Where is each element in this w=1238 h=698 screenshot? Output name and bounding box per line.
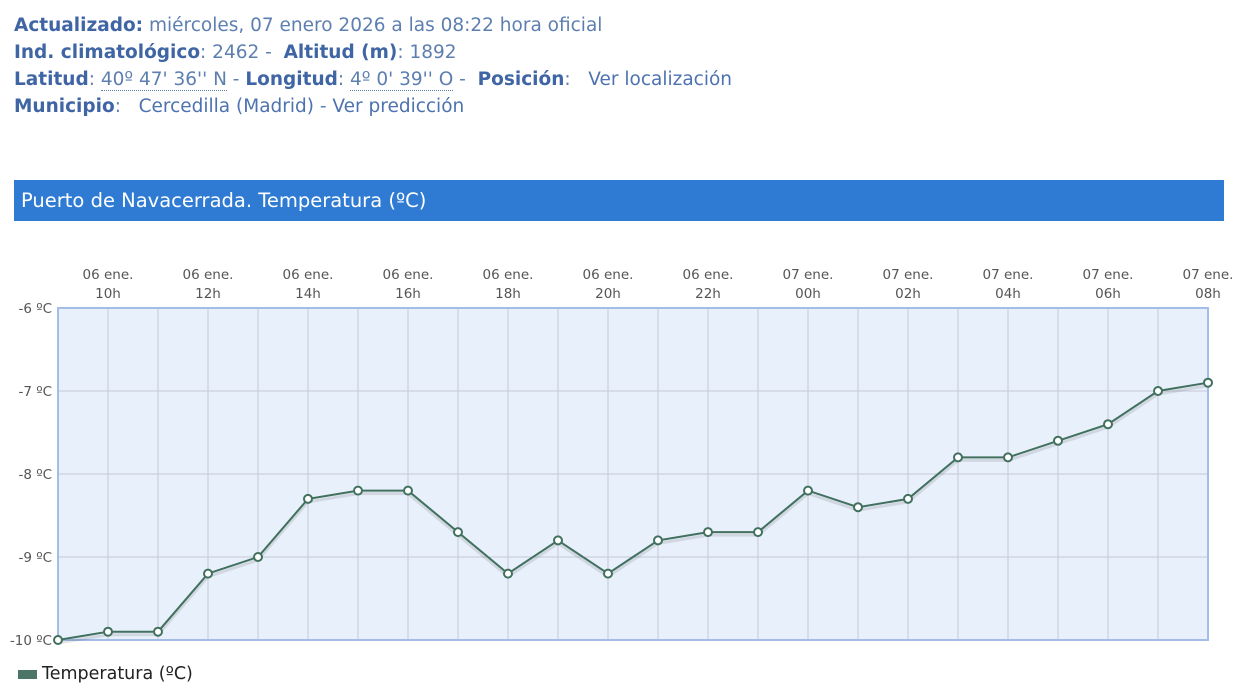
- x-tick-label-date: 07 ene.: [783, 267, 834, 283]
- coordinates-row: Latitud: 40º 47' 36'' N - Longitud: 4º 0…: [14, 69, 733, 91]
- view-forecast-link[interactable]: Ver predicción: [332, 96, 464, 117]
- data-point: [753, 527, 763, 538]
- data-point: [703, 527, 713, 538]
- climate-index-label: Ind. climatológico: [14, 42, 201, 63]
- climate-altitude-row: Ind. climatológico: 2462 - Altitud (m): …: [14, 42, 457, 63]
- temperature-chart: -6 ºC -7 ºC -8 ºC -9 ºC -10 ºC 06 ene. 10h 06 e…: [10, 267, 1234, 649]
- x-tick-label-date: 06 ene.: [383, 267, 434, 283]
- data-point: [1053, 435, 1063, 446]
- x-tick-label-hour: 12h: [195, 286, 221, 302]
- x-tick-label-date: 07 ene.: [883, 267, 934, 283]
- y-tick-label: -6 ºC: [18, 301, 52, 317]
- data-point: [153, 626, 163, 637]
- data-point: [503, 568, 513, 579]
- x-tick-label-hour: 10h: [95, 286, 121, 302]
- data-point: [403, 485, 413, 496]
- x-tick-label-hour: 02h: [895, 286, 921, 302]
- updated-value: miércoles, 07 enero 2026 a las 08:22 hor…: [148, 15, 603, 36]
- data-point: [203, 568, 213, 579]
- y-tick-label: -7 ºC: [18, 384, 52, 400]
- data-point: [53, 635, 63, 645]
- longitude-label: Longitud: [245, 69, 338, 90]
- x-tick-label-hour: 04h: [995, 286, 1021, 302]
- x-tick-label-hour: 22h: [695, 286, 721, 302]
- chart-title-banner: Puerto de Navacerrada. Temperatura (ºC): [14, 180, 1224, 221]
- x-tick-label-hour: 06h: [1095, 286, 1121, 302]
- legend-swatch: [18, 669, 37, 679]
- data-point: [453, 527, 463, 538]
- updated-row: Actualizado: miércoles, 07 enero 2026 a …: [14, 12, 732, 39]
- station-info: Actualizado: miércoles, 07 enero 2026 a …: [14, 12, 732, 120]
- data-point: [303, 493, 313, 504]
- x-tick-label-date: 07 ene.: [983, 267, 1034, 283]
- data-point: [553, 535, 563, 546]
- x-tick-label-hour: 14h: [295, 286, 321, 302]
- x-tick-label-date: 07 ene.: [1083, 267, 1134, 283]
- municipality-row: Municipio: Cercedilla (Madrid) - Ver pre…: [14, 96, 465, 117]
- longitude-value: 4º 0' 39'' O: [350, 69, 454, 91]
- position-label: Posición: [477, 69, 565, 90]
- y-tick-label: -9 ºC: [18, 550, 52, 566]
- altitude-value: 1892: [409, 42, 457, 63]
- chart-legend[interactable]: Temperatura (ºC): [18, 664, 193, 684]
- view-location-link[interactable]: Ver localización: [588, 69, 732, 90]
- data-point: [1153, 386, 1163, 396]
- municipality-label: Municipio: [14, 96, 115, 117]
- data-point: [103, 626, 113, 637]
- data-point: [903, 493, 913, 504]
- x-tick-label-date: 06 ene.: [283, 267, 334, 283]
- data-point: [853, 502, 863, 513]
- x-tick-label-date: 06 ene.: [583, 267, 634, 283]
- x-tick-label-date: 06 ene.: [183, 267, 234, 283]
- data-point: [1203, 377, 1213, 388]
- municipality-link[interactable]: Cercedilla (Madrid): [139, 96, 314, 117]
- x-tick-label-date: 06 ene.: [683, 267, 734, 283]
- x-tick-label-hour: 00h: [795, 286, 821, 302]
- x-tick-label-hour: 08h: [1195, 286, 1221, 302]
- data-point: [953, 452, 963, 463]
- data-point: [353, 485, 363, 496]
- x-tick-label-hour: 18h: [495, 286, 521, 302]
- x-tick-label-hour: 20h: [595, 286, 621, 302]
- altitude-label: Altitud (m): [283, 42, 398, 63]
- data-point: [803, 485, 813, 496]
- y-tick-label: -8 ºC: [18, 467, 52, 483]
- x-tick-label-date: 06 ene.: [483, 267, 534, 283]
- latitude-label: Latitud: [14, 69, 89, 90]
- y-tick-label: -10 ºC: [10, 633, 52, 649]
- climate-index-value: 2462: [212, 42, 260, 63]
- updated-label: Actualizado:: [14, 15, 144, 36]
- latitude-value: 40º 47' 36'' N: [100, 69, 227, 91]
- data-point: [653, 535, 663, 546]
- x-tick-label-hour: 16h: [395, 286, 421, 302]
- data-point: [253, 552, 263, 562]
- data-point: [603, 568, 613, 579]
- data-point: [1103, 419, 1113, 430]
- legend-label: Temperatura (ºC): [42, 664, 193, 684]
- x-tick-label-date: 06 ene.: [83, 267, 134, 283]
- data-point: [1003, 452, 1013, 463]
- x-tick-label-date: 07 ene.: [1183, 267, 1234, 283]
